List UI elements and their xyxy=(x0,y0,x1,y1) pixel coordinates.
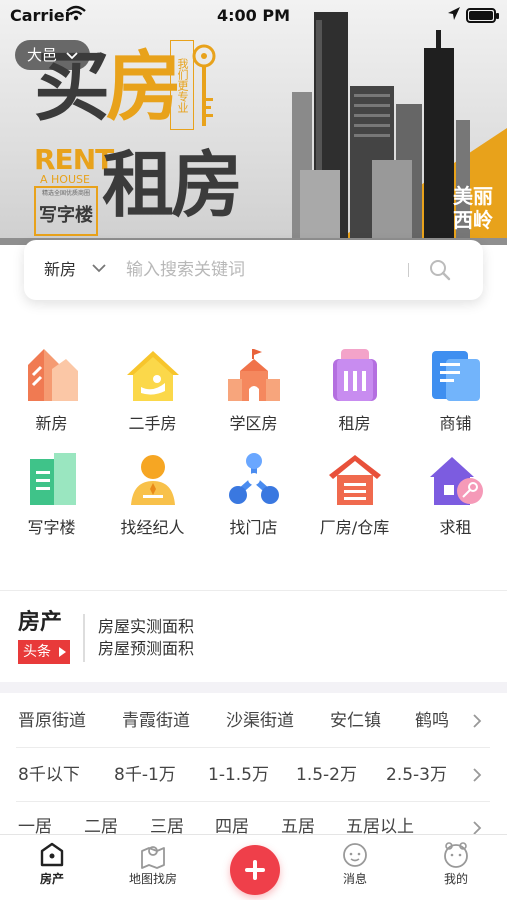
profile-icon xyxy=(444,842,468,868)
price-filter-chip[interactable]: 8千-1万 xyxy=(114,750,176,800)
category-shop[interactable]: 商铺 xyxy=(405,345,506,434)
search-divider xyxy=(408,263,409,277)
add-post-button[interactable] xyxy=(230,845,280,895)
tab-messages[interactable]: 消息 xyxy=(305,835,405,887)
banner-rent-en-sub: A HOUSE xyxy=(40,173,90,186)
price-filter-chip[interactable]: 1.5-2万 xyxy=(296,750,357,800)
status-bar: Carrier 4:00 PM xyxy=(0,0,507,32)
category-label: 新房 xyxy=(35,414,68,433)
location-arrow-icon xyxy=(448,7,460,20)
price-filter-chip[interactable]: 1-1.5万 xyxy=(208,750,269,800)
category-warehouse[interactable]: 厂房/仓库 xyxy=(304,449,405,538)
headline-item[interactable]: 房屋预测面积 xyxy=(98,638,194,660)
city-label: 大邑 xyxy=(27,46,58,64)
category-office[interactable]: 写字楼 xyxy=(1,449,102,538)
warehouse-icon xyxy=(328,455,381,505)
category-second-hand[interactable]: 二手房 xyxy=(102,345,203,434)
room-filter-chip[interactable]: 二居 xyxy=(84,803,118,834)
new-house-icon xyxy=(27,349,78,401)
page: 买房 我们更专业 RENT A HOUSE 租房 精选全国优质商圈 写字楼 美丽… xyxy=(0,0,507,900)
tab-map[interactable]: 地图找房 xyxy=(103,835,203,887)
chevron-right-icon[interactable] xyxy=(472,820,482,834)
street-filter-chip[interactable]: 安仁镇 xyxy=(330,696,381,746)
category-label: 商铺 xyxy=(439,414,472,433)
search-type-selector[interactable]: 新房 xyxy=(44,240,76,300)
divider xyxy=(16,801,490,802)
category-store[interactable]: 找门店 xyxy=(203,449,304,538)
room-filter-chip[interactable]: 四居 xyxy=(215,803,249,834)
tab-label: 房产 xyxy=(39,872,64,886)
category-rental[interactable]: 租房 xyxy=(304,345,405,434)
rental-icon xyxy=(332,349,377,401)
street-filter-chip[interactable]: 沙渠街道 xyxy=(226,696,294,746)
search-input[interactable] xyxy=(126,255,396,285)
school-district-icon xyxy=(227,349,280,401)
category-label: 求租 xyxy=(439,518,472,537)
store-icon xyxy=(228,453,279,504)
banner-corner-text: 美丽 西岭 xyxy=(453,184,493,232)
clock: 4:00 PM xyxy=(216,6,290,25)
agent-icon xyxy=(130,455,175,505)
tab-mine[interactable]: 我的 xyxy=(406,835,506,887)
category-label: 厂房/仓库 xyxy=(319,518,390,537)
headline-item[interactable]: 房屋实测面积 xyxy=(98,616,194,638)
office-building-icon xyxy=(29,453,76,505)
category-label: 二手房 xyxy=(128,414,177,433)
category-agent[interactable]: 找经纪人 xyxy=(102,449,203,538)
tab-home[interactable]: 房产 xyxy=(2,835,102,887)
tab-label: 消息 xyxy=(342,872,367,886)
room-filter-chip[interactable]: 五居以上 xyxy=(346,803,414,834)
banner-office-subtitle: 精选全国优质商圈 xyxy=(41,190,90,197)
skyline-illustration xyxy=(292,12,470,244)
category-label: 租房 xyxy=(338,414,371,433)
chevron-right-icon[interactable] xyxy=(472,713,482,729)
price-filter-row: 8千以下 8千-1万 1-1.5万 1.5-2万 2.5-3万 xyxy=(0,750,507,800)
city-selector[interactable]: 大邑 xyxy=(15,40,90,70)
street-filter-chip[interactable]: 晋原街道 xyxy=(18,696,86,746)
banner-office-title: 写字楼 xyxy=(39,205,93,226)
category-label: 学区房 xyxy=(229,414,278,433)
headline-logo-badge: 头条 xyxy=(18,640,70,664)
search-bar: 新房 xyxy=(24,240,483,300)
category-school-district[interactable]: 学区房 xyxy=(203,345,304,434)
room-filter-chip[interactable]: 五居 xyxy=(281,803,315,834)
category-label: 写字楼 xyxy=(27,518,76,537)
chevron-down-icon[interactable] xyxy=(92,264,106,274)
banner-office-box: 精选全国优质商圈 写字楼 xyxy=(34,186,98,236)
battery-icon xyxy=(466,8,499,23)
promo-banner[interactable]: 买房 我们更专业 RENT A HOUSE 租房 精选全国优质商圈 写字楼 美丽… xyxy=(0,0,507,245)
chevron-down-icon xyxy=(66,51,78,59)
chevron-right-icon[interactable] xyxy=(472,767,482,783)
price-filter-chip[interactable]: 2.5-3万 xyxy=(386,750,447,800)
search-icon[interactable] xyxy=(429,259,451,281)
home-icon xyxy=(40,842,64,867)
category-seek-rental[interactable]: 求租 xyxy=(405,449,506,538)
chat-bubble-icon xyxy=(343,843,367,867)
category-new-house[interactable]: 新房 xyxy=(1,345,102,434)
key-icon xyxy=(192,44,216,126)
street-filter-chip[interactable]: 鹤鸣 xyxy=(415,696,449,746)
banner-tagline: 我们更专业 xyxy=(170,40,194,130)
divider xyxy=(16,747,490,748)
street-filter-row: 晋原街道 青霞街道 沙渠街道 安仁镇 鹤鸣 xyxy=(0,696,507,746)
street-filter-chip[interactable]: 青霞街道 xyxy=(122,696,190,746)
category-label: 找门店 xyxy=(229,518,278,537)
section-gap xyxy=(0,682,507,693)
banner-title-rent: 租房 xyxy=(102,143,243,227)
price-filter-chip[interactable]: 8千以下 xyxy=(18,750,80,800)
room-filter-row: 一居 二居 三居 四居 五居 五居以上 xyxy=(0,803,507,834)
headline-divider xyxy=(83,614,85,662)
tab-label: 我的 xyxy=(443,872,468,886)
tab-label: 地图找房 xyxy=(128,872,177,886)
room-filter-chip[interactable]: 一居 xyxy=(18,803,52,834)
shop-icon xyxy=(431,351,480,401)
second-hand-house-icon xyxy=(126,351,179,401)
headline-logo-title: 房产 xyxy=(18,610,63,635)
map-icon xyxy=(141,846,165,869)
divider xyxy=(0,590,507,591)
seek-rental-icon xyxy=(429,457,483,505)
category-label: 找经纪人 xyxy=(120,518,185,537)
room-filter-chip[interactable]: 三居 xyxy=(150,803,184,834)
